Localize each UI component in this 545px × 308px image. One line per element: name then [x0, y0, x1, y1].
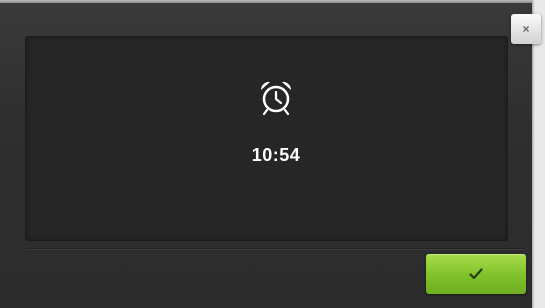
dialog-top-edge: [0, 0, 532, 3]
close-button[interactable]: ×: [511, 14, 541, 44]
checkmark-icon: [469, 268, 483, 280]
footer-divider: [25, 248, 525, 249]
alarm-content-panel: [25, 36, 508, 241]
alarm-clock-icon: [256, 78, 296, 116]
alarm-time: 10:54: [251, 145, 301, 165]
confirm-button[interactable]: [426, 254, 526, 294]
alarm-dialog: 10:54: [0, 0, 532, 308]
